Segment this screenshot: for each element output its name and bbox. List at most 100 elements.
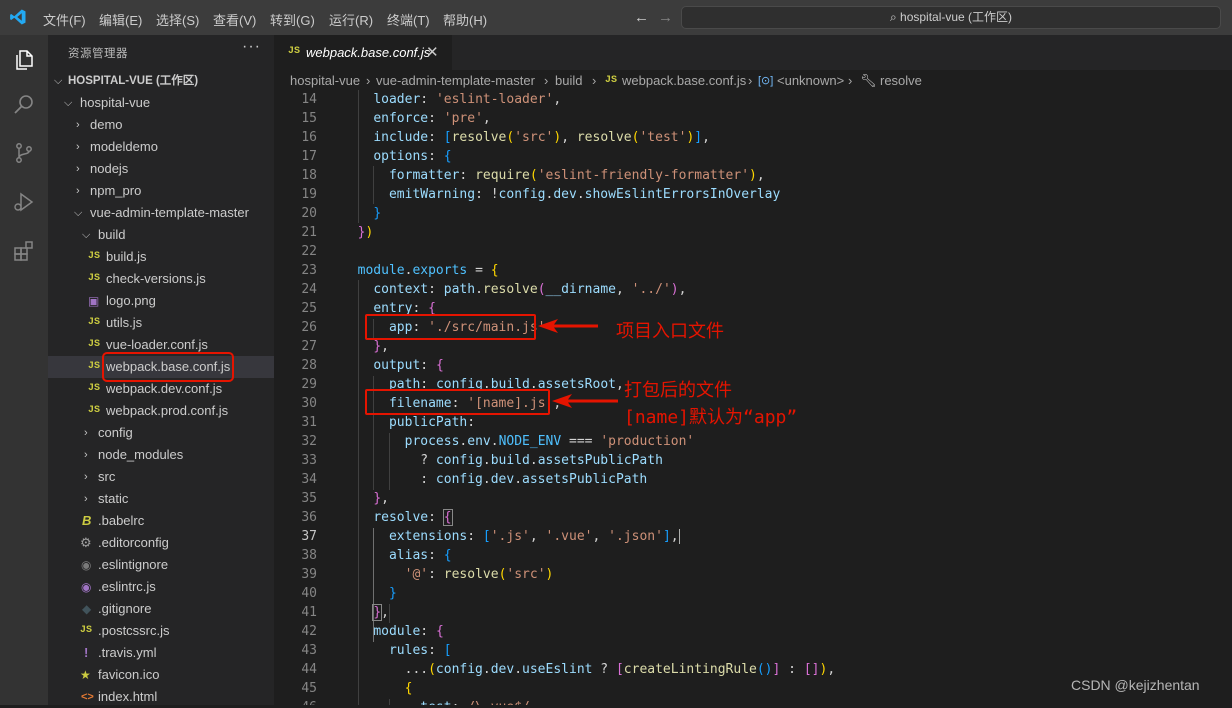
annotation-entry: 项目入口文件 <box>616 321 724 342</box>
code-line: 22 <box>274 242 1232 261</box>
tree-item-label: .babelrc <box>98 513 145 528</box>
tree-folder[interactable]: › node_modules <box>48 444 274 466</box>
line-number: 40 <box>301 586 317 601</box>
line-number: 22 <box>301 244 317 259</box>
tree-file[interactable]: ▣ logo.png <box>48 290 274 312</box>
tree-folder[interactable]: ⌵ vue-admin-template-master <box>48 202 274 224</box>
tree-file-selected[interactable]: JS webpack.base.conf.js <box>48 352 274 382</box>
tree-item-label: .editorconfig <box>98 535 169 550</box>
forward-arrow-icon[interactable]: → <box>658 9 673 26</box>
line-number: 45 <box>301 681 317 696</box>
back-arrow-icon[interactable]: ← <box>634 9 649 26</box>
tree-folder[interactable]: › static <box>48 488 274 510</box>
close-icon[interactable]: ✕ <box>426 43 439 61</box>
tree-folder[interactable]: › npm_pro <box>48 180 274 202</box>
tree-file[interactable]: ! .travis.yml <box>48 642 274 664</box>
line-number: 17 <box>301 149 317 164</box>
watermark: CSDN @kejizhentan <box>1071 677 1200 693</box>
workspace-label: HOSPITAL-VUE (工作区) <box>68 75 199 87</box>
code-text: { <box>404 681 413 696</box>
workspace-root[interactable]: ⌵ HOSPITAL-VUE (工作区) <box>48 70 274 92</box>
code-text: resolve: { <box>373 509 453 526</box>
tree-item-label: webpack.dev.conf.js <box>106 381 223 396</box>
tree-file[interactable]: ◆ .gitignore <box>48 598 274 620</box>
code-text: loader: 'eslint-loader', <box>373 92 562 107</box>
tree-folder[interactable]: › demo <box>48 114 274 136</box>
breadcrumb-item[interactable]: <unknown> <box>777 73 844 88</box>
tree-item-label: build.js <box>106 249 147 264</box>
more-actions-icon[interactable]: ··· <box>242 38 261 56</box>
source-control-icon[interactable] <box>12 141 36 165</box>
tree-item-label: .gitignore <box>98 601 152 616</box>
code-text: formatter: require('eslint-friendly-form… <box>388 168 765 183</box>
line-number: 16 <box>301 130 317 145</box>
line-number: 33 <box>301 453 317 468</box>
tree-folder[interactable]: › src <box>48 466 274 488</box>
code-text: emitWarning: !config.dev.showEslintError… <box>388 187 781 202</box>
tree-file[interactable]: JS check-versions.js <box>48 268 274 290</box>
explorer-title: 资源管理器 <box>68 48 128 60</box>
explorer-icon[interactable] <box>12 48 36 72</box>
tree-file[interactable]: ◉ .eslintrc.js <box>48 576 274 598</box>
eslint-icon: ◉ <box>81 580 92 594</box>
js-file-icon: JS <box>88 339 101 350</box>
tree-folder[interactable]: › nodejs <box>48 158 274 180</box>
menu-help[interactable]: 帮助(H) <box>443 10 487 29</box>
tree-folder[interactable]: ⌵ build <box>48 224 274 246</box>
code-line: 17 options: { <box>274 147 1232 166</box>
menu-file[interactable]: 文件(F) <box>43 10 86 29</box>
run-debug-icon[interactable] <box>12 190 36 214</box>
menu-run[interactable]: 运行(R) <box>329 10 373 29</box>
tab-webpack-base-conf[interactable]: JS webpack.base.conf.js ✕ <box>274 35 452 70</box>
breadcrumb-item[interactable]: resolve <box>880 73 922 88</box>
code-text: publicPath: <box>388 415 476 430</box>
code-text: module.exports = { <box>357 263 499 278</box>
code-editor[interactable]: 14 loader: 'eslint-loader', 15 enforce: … <box>274 90 1232 705</box>
menu-edit[interactable]: 编辑(E) <box>99 10 142 29</box>
line-number: 31 <box>301 415 317 430</box>
tree-folder[interactable]: › config <box>48 422 274 444</box>
js-file-icon: JS <box>88 361 101 372</box>
highlight-box-entry <box>365 314 536 340</box>
tree-item-label: node_modules <box>98 447 184 462</box>
code-line-current: 37 extensions: ['.js', '.vue', '.json'], <box>274 527 1232 546</box>
tree-file[interactable]: ★ favicon.ico <box>48 664 274 686</box>
tree-file[interactable]: JS vue-loader.conf.js <box>48 334 274 356</box>
tree-file[interactable]: JS webpack.prod.conf.js <box>48 400 274 422</box>
command-center-search[interactable]: ⌕ hospital-vue (工作区) <box>681 6 1221 29</box>
js-file-icon: JS <box>288 46 301 57</box>
tree-file[interactable]: JS build.js <box>48 246 274 268</box>
tree-file[interactable]: ⚙ .editorconfig <box>48 532 274 554</box>
menu-go[interactable]: 转到(G) <box>270 10 315 29</box>
code-text: enforce: 'pre', <box>373 111 491 126</box>
tree-file[interactable]: JS utils.js <box>48 312 274 334</box>
search-icon[interactable] <box>12 93 36 117</box>
extensions-icon[interactable] <box>12 239 36 263</box>
breadcrumb-item[interactable]: hospital-vue <box>290 73 360 88</box>
tree-item-label: logo.png <box>106 293 156 308</box>
chevron-down-icon: ⌵ <box>54 75 63 87</box>
tree-item-label: webpack.prod.conf.js <box>106 403 229 418</box>
code-line: 41 }, <box>274 603 1232 622</box>
js-file-icon: JS <box>88 317 101 328</box>
tree-file[interactable]: ◉ .eslintignore <box>48 554 274 576</box>
wrench-icon: 🔧︎ <box>860 73 877 88</box>
menu-terminal[interactable]: 终端(T) <box>387 10 430 29</box>
breadcrumb-item[interactable]: vue-admin-template-master <box>376 73 535 88</box>
tree-file[interactable]: JS .postcssrc.js <box>48 620 274 642</box>
yaml-icon: ! <box>84 645 89 660</box>
code-text: } <box>388 586 397 601</box>
breadcrumb-item[interactable]: webpack.base.conf.js <box>622 73 746 88</box>
tree-folder[interactable]: › modeldemo <box>48 136 274 158</box>
tree-folder[interactable]: ⌵ hospital-vue <box>48 92 274 114</box>
menu-view[interactable]: 查看(V) <box>213 10 256 29</box>
chevron-down-icon: ⌵ <box>82 229 91 241</box>
menu-selection[interactable]: 选择(S) <box>156 10 199 29</box>
tab-bar: JS webpack.base.conf.js ✕ <box>274 35 1232 70</box>
breadcrumb-item[interactable]: build <box>555 73 582 88</box>
annotation-output-2: [name]默认为“app” <box>624 407 798 428</box>
tree-file[interactable]: JS webpack.dev.conf.js <box>48 378 274 400</box>
code-line: 14 loader: 'eslint-loader', <box>274 90 1232 109</box>
code-text: test: /\.vue$/, <box>342 698 537 705</box>
tree-file[interactable]: B .babelrc <box>48 510 274 532</box>
